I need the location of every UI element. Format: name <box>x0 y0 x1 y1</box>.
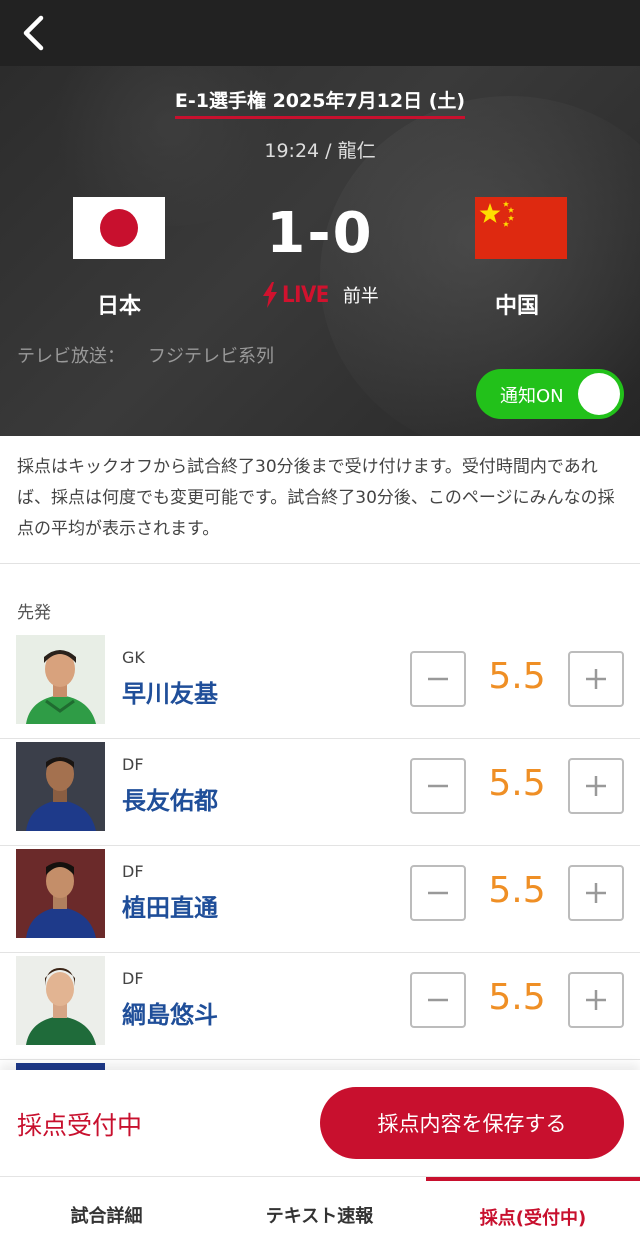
match-title: E-1選手権 2025年7月12日 (土) <box>0 86 640 119</box>
player-position: GK <box>122 648 145 667</box>
notification-toggle-label: 通知ON <box>500 386 564 407</box>
minus-icon <box>428 998 448 1002</box>
increase-rating-button[interactable] <box>568 651 624 707</box>
tv-broadcast-label: テレビ放送： <box>17 346 125 367</box>
player-rating: 5.5 <box>488 977 546 1018</box>
bottom-tab-bar: 試合詳細 テキスト速報 採点(受付中) <box>0 1176 640 1252</box>
tab-match-details[interactable]: 試合詳細 <box>0 1177 213 1252</box>
plus-icon <box>586 990 606 1010</box>
player-photo <box>16 742 105 831</box>
match-time-venue: 19:24 / 龍仁 <box>264 140 376 162</box>
rating-footer: 採点受付中 採点内容を保存する <box>0 1070 640 1176</box>
minus-icon <box>428 891 448 895</box>
player-name[interactable]: 早川友基 <box>122 674 218 709</box>
plus-icon <box>586 776 606 796</box>
decrease-rating-button[interactable] <box>410 972 466 1028</box>
increase-rating-button[interactable] <box>568 972 624 1028</box>
player-position: DF <box>122 862 144 881</box>
player-photo <box>16 956 105 1045</box>
live-indicator: LIVE 前半 <box>262 280 379 310</box>
player-row: DF 綱島悠斗 5.5 <box>0 953 640 1060</box>
player-name[interactable]: 綱島悠斗 <box>122 995 218 1030</box>
player-position: DF <box>122 969 144 988</box>
minus-icon <box>428 677 448 681</box>
live-label: LIVE <box>282 282 329 308</box>
rating-status: 採点受付中 <box>17 1111 143 1140</box>
toggle-knob <box>578 373 620 415</box>
player-rating: 5.5 <box>488 870 546 911</box>
player-rating: 5.5 <box>488 763 546 804</box>
player-photo <box>16 849 105 938</box>
match-score: 1-0 <box>266 201 374 266</box>
increase-rating-button[interactable] <box>568 758 624 814</box>
tv-broadcast-channel: フジテレビ系列 <box>148 346 274 367</box>
match-period: 前半 <box>342 286 379 307</box>
top-nav-bar <box>0 0 640 66</box>
japan-flag-icon <box>73 197 165 259</box>
save-rating-button[interactable]: 採点内容を保存する <box>320 1087 624 1159</box>
plus-icon <box>586 669 606 689</box>
lightning-icon <box>263 282 277 308</box>
player-name[interactable]: 植田直通 <box>122 888 218 923</box>
player-row: DF 長友佑都 5.5 <box>0 739 640 846</box>
player-name[interactable]: 長友佑都 <box>122 781 218 816</box>
player-position: DF <box>122 755 144 774</box>
decrease-rating-button[interactable] <box>410 651 466 707</box>
minus-icon <box>428 784 448 788</box>
home-team-name: 日本 <box>96 294 141 319</box>
notification-toggle[interactable]: 通知ON <box>476 369 624 419</box>
match-title-text: E-1選手権 2025年7月12日 (土) <box>174 86 466 119</box>
away-team-name: 中国 <box>494 294 539 319</box>
china-flag-icon <box>475 197 567 259</box>
player-list: GK 早川友基 5.5 DF 長友佑都 5.5 DF 植田直通 5.5 DF 綱… <box>0 632 640 1103</box>
player-photo <box>16 635 105 724</box>
back-button[interactable] <box>10 10 56 56</box>
decrease-rating-button[interactable] <box>410 865 466 921</box>
starting-lineup-label: 先発 <box>17 603 51 623</box>
increase-rating-button[interactable] <box>568 865 624 921</box>
back-arrow-icon <box>23 15 44 51</box>
player-row: DF 植田直通 5.5 <box>0 846 640 953</box>
plus-icon <box>586 883 606 903</box>
player-rating: 5.5 <box>488 656 546 697</box>
rating-notice: 採点はキックオフから試合終了30分後まで受け付けます。受付時間内であれば、採点は… <box>0 436 640 564</box>
decrease-rating-button[interactable] <box>410 758 466 814</box>
tab-rating[interactable]: 採点(受付中) <box>426 1177 640 1252</box>
tab-text-live[interactable]: テキスト速報 <box>213 1177 426 1252</box>
player-row: GK 早川友基 5.5 <box>0 632 640 739</box>
match-header: E-1選手権 2025年7月12日 (土) 19:24 / 龍仁 日本 中国 1… <box>0 66 640 436</box>
